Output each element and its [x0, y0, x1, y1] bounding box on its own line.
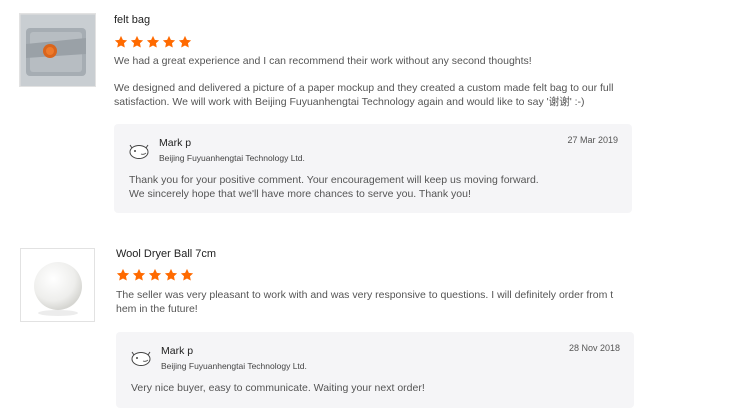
review-text: We had a great experience and I can reco…	[114, 55, 614, 108]
seller-name: Mark p	[159, 137, 192, 149]
star-icon	[146, 35, 160, 48]
seller-company[interactable]: Beijing Fuyuanhengtai Technology Ltd.	[159, 153, 305, 164]
star-icon	[180, 268, 194, 281]
felt-bag-image	[20, 14, 95, 86]
reply-date: 27 Mar 2019	[567, 135, 618, 145]
star-icon	[148, 268, 162, 281]
product-thumbnail-wool-dryer-ball[interactable]	[20, 248, 95, 322]
star-icon	[132, 268, 146, 281]
reply-text: Very nice buyer, easy to communicate. Wa…	[131, 382, 425, 394]
seller-name: Mark p	[161, 345, 194, 357]
star-icon	[116, 268, 130, 281]
seller-reply: Mark p Beijing Fuyuanhengtai Technology …	[116, 332, 634, 408]
star-icon	[162, 35, 176, 48]
reply-date: 28 Nov 2018	[568, 343, 620, 353]
star-icon	[130, 35, 144, 48]
reply-text: Thank you for your positive comment. You…	[129, 174, 539, 200]
star-icon	[114, 35, 128, 48]
product-title[interactable]: Wool Dryer Ball 7cm	[116, 247, 216, 261]
product-thumbnail-felt-bag[interactable]	[19, 13, 96, 87]
star-rating	[116, 268, 194, 282]
star-rating	[114, 35, 192, 49]
star-icon	[164, 268, 178, 281]
review-text: The seller was very pleasant to work wit…	[116, 289, 614, 315]
product-title[interactable]: felt bag	[114, 13, 150, 27]
seller-company[interactable]: Beijing Fuyuanhengtai Technology Ltd.	[161, 361, 307, 372]
seller-avatar-icon	[129, 144, 149, 159]
wool-dryer-ball-image	[21, 249, 94, 321]
seller-avatar-icon	[131, 351, 151, 366]
seller-reply: Mark p Beijing Fuyuanhengtai Technology …	[114, 124, 632, 213]
star-icon	[178, 35, 192, 48]
